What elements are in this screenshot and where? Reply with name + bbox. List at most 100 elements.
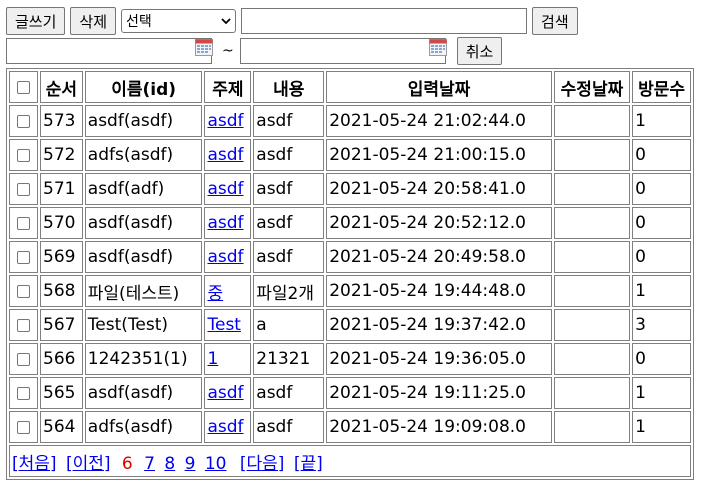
subject-link[interactable]: asdf: [207, 111, 243, 131]
subject-link[interactable]: asdf: [207, 383, 243, 403]
cell-views: 0: [632, 343, 691, 375]
table-row: 572 adfs(asdf) asdf asdf 2021-05-24 21:00:15…: [9, 139, 691, 171]
cancel-button[interactable]: 취소: [456, 37, 503, 65]
subject-link[interactable]: asdf: [207, 247, 243, 267]
cell-subject: asdf: [204, 139, 252, 171]
row-checkbox[interactable]: [17, 182, 30, 196]
row-checkbox[interactable]: [17, 420, 30, 434]
date-range-separator: ~: [222, 43, 234, 59]
cell-no: 573: [40, 105, 83, 137]
row-checkbox[interactable]: [17, 250, 30, 264]
row-select-cell: [9, 343, 38, 375]
subject-link[interactable]: asdf: [207, 213, 243, 233]
row-checkbox[interactable]: [17, 318, 30, 332]
row-select-cell: [9, 173, 38, 205]
page-link[interactable]: 8: [164, 454, 175, 474]
select-all-checkbox[interactable]: [17, 80, 30, 94]
cell-modified: [553, 241, 631, 273]
page-last-link[interactable]: [끝]: [294, 454, 323, 474]
cell-views: 1: [632, 275, 691, 307]
page-prev-link[interactable]: [이전]: [66, 454, 111, 474]
table-row: 568 파일(테스트) 중 파일2개 2021-05-24 19:44:48.0 1: [9, 275, 691, 307]
cell-views: 3: [632, 309, 691, 341]
cell-modified: [553, 309, 631, 341]
cell-name: asdf(asdf): [84, 241, 203, 273]
subject-link[interactable]: 중: [207, 284, 223, 304]
row-select-cell: [9, 377, 38, 409]
date-range-bar: ~ 취소: [6, 37, 503, 65]
table-row: 573 asdf(asdf) asdf asdf 2021-05-24 21:02:44…: [9, 105, 691, 137]
row-checkbox[interactable]: [17, 284, 30, 298]
cell-modified: [553, 139, 631, 171]
subject-link[interactable]: Test: [207, 315, 240, 335]
cell-created: 2021-05-24 20:58:41.0: [326, 173, 552, 205]
select-all-cell: [9, 71, 38, 103]
search-type-value: 선택: [126, 14, 152, 30]
cell-content: asdf: [253, 377, 325, 409]
cell-subject: asdf: [204, 207, 252, 239]
cell-subject: 1: [204, 343, 252, 375]
board-table: 순서 이름(id) 주제 내용 입력날짜 수정날짜 방문수 573 asdf(as…: [6, 68, 694, 480]
page-link[interactable]: 10: [205, 454, 227, 474]
toolbar: 글쓰기 삭제 선택 검색: [6, 7, 578, 35]
search-button[interactable]: 검색: [532, 7, 578, 35]
subject-link[interactable]: asdf: [207, 417, 243, 437]
subject-link[interactable]: asdf: [207, 179, 243, 199]
table-row: 564 adfs(asdf) asdf asdf 2021-05-24 19:09:08…: [9, 411, 691, 443]
cell-no: 569: [40, 241, 83, 273]
table-header-row: 순서 이름(id) 주제 내용 입력날짜 수정날짜 방문수: [9, 71, 691, 103]
cell-created: 2021-05-24 19:37:42.0: [326, 309, 552, 341]
cell-modified: [553, 275, 631, 307]
current-page: 6: [121, 453, 133, 474]
row-checkbox[interactable]: [17, 114, 30, 128]
page-link[interactable]: 9: [185, 454, 196, 474]
search-type-select[interactable]: 선택: [121, 9, 237, 33]
cell-created: 2021-05-24 20:49:58.0: [326, 241, 552, 273]
cell-no: 567: [40, 309, 83, 341]
cell-name: 1242351(1): [84, 343, 203, 375]
row-checkbox[interactable]: [17, 148, 30, 162]
cell-subject: 중: [204, 275, 252, 307]
cell-name: asdf(adf): [84, 173, 203, 205]
cell-name: Test(Test): [84, 309, 203, 341]
date-from-input[interactable]: [6, 38, 212, 64]
cell-name: adfs(asdf): [84, 139, 203, 171]
cell-name: asdf(asdf): [84, 207, 203, 239]
column-header-created: 입력날짜: [326, 71, 552, 103]
cell-subject: asdf: [204, 411, 252, 443]
calendar-icon[interactable]: [428, 38, 447, 56]
table-row: 565 asdf(asdf) asdf asdf 2021-05-24 19:11:25…: [9, 377, 691, 409]
cell-content: asdf: [253, 411, 325, 443]
row-checkbox[interactable]: [17, 352, 30, 366]
cell-created: 2021-05-24 19:36:05.0: [326, 343, 552, 375]
page-link[interactable]: 7: [144, 454, 155, 474]
cell-name: adfs(asdf): [84, 411, 203, 443]
pagination-row: [처음] [이전] 6 7 8 9 10 [다음] [끝]: [9, 445, 691, 477]
date-to-input[interactable]: [239, 38, 446, 64]
write-button[interactable]: 글쓰기: [6, 7, 66, 35]
row-checkbox[interactable]: [17, 216, 30, 230]
table-row: 569 asdf(asdf) asdf asdf 2021-05-24 20:49:58…: [9, 241, 691, 273]
table-row: 571 asdf(adf) asdf asdf 2021-05-24 20:58:41.…: [9, 173, 691, 205]
column-header-no: 순서: [40, 71, 83, 103]
cell-created: 2021-05-24 19:44:48.0: [326, 275, 552, 307]
page-next-link[interactable]: [다음]: [240, 454, 285, 474]
search-input[interactable]: [241, 8, 528, 34]
delete-button[interactable]: 삭제: [70, 7, 117, 35]
cell-no: 564: [40, 411, 83, 443]
cell-created: 2021-05-24 21:02:44.0: [326, 105, 552, 137]
cell-content: 파일2개: [253, 275, 325, 307]
page-first-link[interactable]: [처음]: [12, 454, 57, 474]
cell-created: 2021-05-24 21:00:15.0: [326, 139, 552, 171]
cell-subject: asdf: [204, 105, 252, 137]
row-select-cell: [9, 275, 38, 307]
cell-name: 파일(테스트): [84, 275, 203, 307]
calendar-icon[interactable]: [195, 38, 213, 56]
cell-content: asdf: [253, 105, 325, 137]
subject-link[interactable]: asdf: [207, 145, 243, 165]
subject-link[interactable]: 1: [207, 349, 218, 369]
cell-views: 0: [632, 241, 691, 273]
cell-modified: [553, 207, 631, 239]
row-checkbox[interactable]: [17, 386, 30, 400]
cell-modified: [553, 377, 631, 409]
